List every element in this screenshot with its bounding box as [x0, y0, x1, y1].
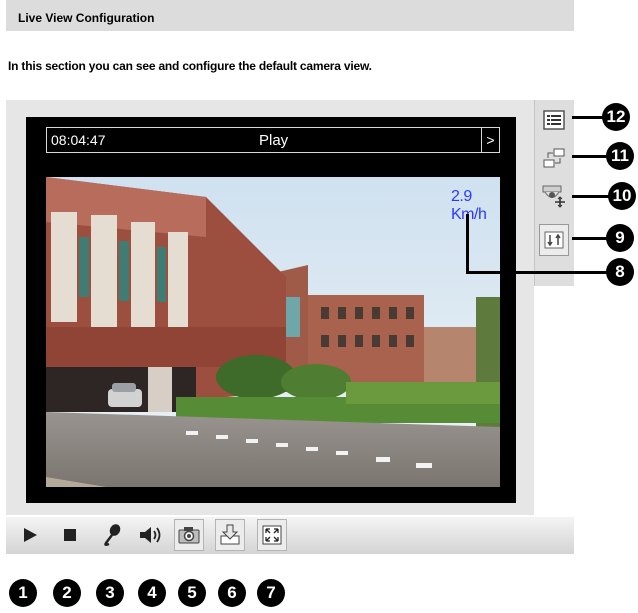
fullscreen-icon [262, 525, 282, 545]
next-arrow-button[interactable]: > [481, 128, 499, 152]
ptz-control-button[interactable] [539, 180, 569, 212]
io-control-icon [544, 231, 564, 249]
callout-1: 1 [9, 579, 37, 607]
leader-line [572, 237, 608, 240]
snapshot-camera-icon [178, 527, 200, 544]
speaker-button[interactable] [135, 519, 165, 551]
play-button[interactable] [15, 519, 45, 551]
status-mode: Play [259, 132, 289, 149]
section-title: Live View Configuration [18, 11, 155, 25]
callout-11: 11 [606, 142, 634, 170]
callout-4: 4 [138, 579, 166, 607]
bottom-toolbar [6, 517, 574, 554]
stop-icon [64, 529, 76, 541]
leader-line [572, 155, 608, 158]
callout-7: 7 [257, 579, 285, 607]
speed-overlay: 2.9 Km/h [451, 188, 487, 223]
leader-line [572, 116, 604, 119]
list-button[interactable] [539, 104, 569, 136]
snapshot-button[interactable] [174, 519, 204, 551]
list-icon [543, 110, 565, 130]
swap-stream-button[interactable] [539, 142, 569, 174]
callout-8: 8 [606, 258, 634, 286]
section-description: In this section you can see and configur… [8, 59, 372, 73]
io-control-button[interactable] [539, 224, 569, 256]
right-toolbar [534, 100, 574, 286]
swap-stream-icon [543, 148, 565, 168]
record-button[interactable] [215, 519, 245, 551]
leader-line [572, 195, 610, 198]
callout-9: 9 [606, 224, 634, 252]
status-time: 08:04:47 [51, 132, 106, 148]
section-header: Live View Configuration [6, 0, 574, 31]
leader-line [466, 271, 608, 274]
callout-2: 2 [53, 579, 81, 607]
stop-button[interactable] [55, 519, 85, 551]
record-download-icon [220, 524, 240, 545]
callout-12: 12 [602, 103, 630, 131]
fullscreen-button[interactable] [257, 519, 287, 551]
microphone-icon [104, 524, 121, 546]
campus-building-image [46, 177, 500, 487]
microphone-button[interactable] [97, 519, 127, 551]
callout-10: 10 [608, 182, 636, 210]
speaker-icon [140, 527, 161, 543]
callout-6: 6 [218, 579, 246, 607]
callout-3: 3 [96, 579, 124, 607]
play-icon [24, 528, 37, 542]
status-bar: 08:04:47 Play > [46, 127, 500, 153]
callout-5: 5 [178, 579, 206, 607]
leader-line [466, 214, 469, 273]
video-feed: 2.9 Km/h [46, 177, 500, 487]
ptz-camera-icon [542, 185, 565, 208]
live-viewer: 08:04:47 Play > 2.9 [26, 117, 516, 503]
